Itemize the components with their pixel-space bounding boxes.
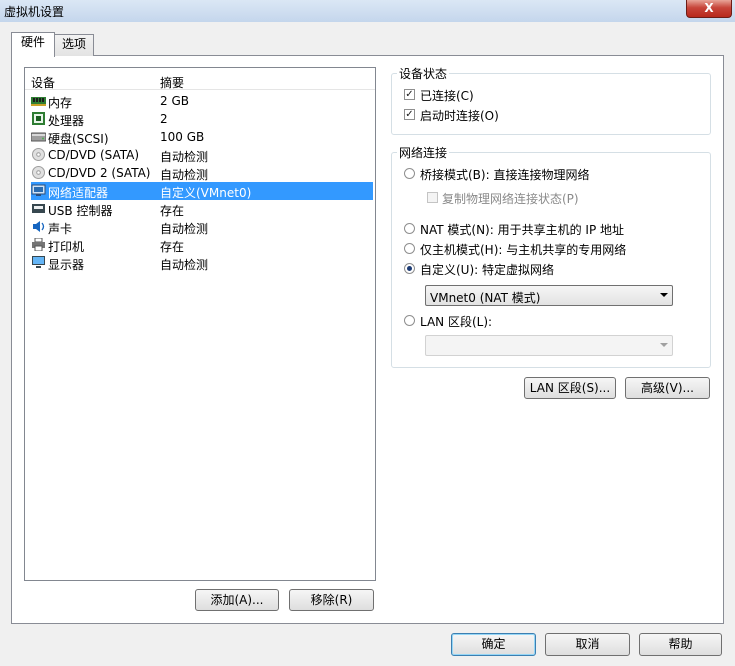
printer-icon — [32, 238, 45, 251]
display-icon — [32, 256, 45, 268]
cd-dvd-icon — [32, 166, 45, 179]
sound-card-icon — [33, 221, 45, 232]
device-summary: 自动检测 — [160, 168, 209, 182]
title-bar[interactable]: 虚拟机设置 — [0, 0, 735, 22]
custom-network-select[interactable]: VMnet0 (NAT 模式) — [425, 285, 673, 306]
device-summary: 自动检测 — [160, 258, 209, 272]
host-only-label[interactable]: 仅主机模式(H): 与主机共享的专用网络 — [420, 241, 626, 258]
device-summary: 2 — [160, 112, 168, 126]
device-name: 处理器 — [48, 114, 85, 128]
replicate-state-label[interactable]: 复制物理网络连接状态(P) — [442, 190, 579, 207]
lan-segments-button[interactable]: LAN 区段(S)... — [524, 377, 616, 399]
device-row-display[interactable]: 显示器 自动检测 — [25, 254, 375, 272]
chevron-down-icon — [660, 343, 668, 347]
device-summary: 存在 — [160, 240, 185, 254]
tab-options[interactable]: 选项 — [54, 34, 94, 56]
connect-at-power-on-label[interactable]: 启动时连接(O) — [420, 107, 499, 124]
custom-radio[interactable] — [404, 263, 415, 274]
connected-checkbox[interactable]: ✓ — [404, 89, 415, 100]
custom-label[interactable]: 自定义(U): 特定虚拟网络 — [420, 261, 554, 278]
add-button[interactable]: 添加(A)... — [195, 589, 279, 611]
device-summary: 自定义(VMnet0) — [160, 186, 252, 200]
window-title: 虚拟机设置 — [4, 5, 65, 19]
bridged-label[interactable]: 桥接模式(B): 直接连接物理网络 — [420, 166, 589, 183]
device-name: 打印机 — [48, 240, 85, 254]
advanced-button[interactable]: 高级(V)... — [625, 377, 710, 399]
device-name: 网络适配器 — [48, 186, 109, 200]
close-button[interactable]: X — [686, 0, 732, 18]
tab-hardware[interactable]: 硬件 — [11, 32, 55, 57]
nat-radio[interactable] — [404, 223, 415, 234]
close-icon: X — [704, 1, 714, 15]
lan-segment-label[interactable]: LAN 区段(L): — [420, 313, 492, 330]
device-list[interactable]: 设备 摘要 内存 2 GB 处理器 2 硬盘(SCSI) 100 GB CD/D… — [24, 67, 376, 581]
vm-settings-window: 虚拟机设置 X 硬件 选项 设备 摘要 内存 2 GB 处理器 2 硬盘(SCS… — [0, 0, 735, 666]
lan-segment-select[interactable] — [425, 335, 673, 356]
network-connection-title: 网络连接 — [397, 144, 450, 161]
usb-icon — [32, 204, 45, 213]
device-row-cd-dvd-2-sata[interactable]: CD/DVD 2 (SATA) 自动检测 — [25, 164, 375, 182]
device-status-group — [391, 73, 711, 135]
device-name: CD/DVD 2 (SATA) — [48, 166, 151, 180]
device-status-title: 设备状态 — [397, 65, 450, 82]
custom-network-value: VMnet0 (NAT 模式) — [430, 291, 541, 305]
device-row-memory[interactable]: 内存 2 GB — [25, 92, 375, 110]
header-divider — [25, 89, 375, 90]
connected-label[interactable]: 已连接(C) — [420, 87, 474, 104]
lan-segment-radio[interactable] — [404, 315, 415, 326]
device-summary: 100 GB — [160, 130, 205, 144]
device-name: 内存 — [48, 96, 73, 110]
device-row-usb-controller[interactable]: USB 控制器 存在 — [25, 200, 375, 218]
device-summary: 自动检测 — [160, 150, 209, 164]
device-summary: 存在 — [160, 204, 185, 218]
device-name: 声卡 — [48, 222, 73, 236]
bridged-radio[interactable] — [404, 168, 415, 179]
device-name: 硬盘(SCSI) — [48, 132, 109, 146]
help-button[interactable]: 帮助 — [639, 633, 722, 656]
hard-disk-icon — [31, 132, 46, 142]
device-row-network-adapter[interactable]: 网络适配器 自定义(VMnet0) — [31, 182, 373, 200]
device-row-sound-card[interactable]: 声卡 自动检测 — [25, 218, 375, 236]
device-name: 显示器 — [48, 258, 85, 272]
memory-icon — [31, 97, 46, 106]
processor-icon — [32, 112, 45, 125]
device-name: USB 控制器 — [48, 204, 113, 218]
device-summary: 2 GB — [160, 94, 189, 108]
cd-dvd-icon — [32, 148, 45, 161]
replicate-state-checkbox[interactable] — [427, 192, 438, 203]
network-adapter-icon — [31, 184, 46, 196]
device-row-processor[interactable]: 处理器 2 — [25, 110, 375, 128]
device-row-cd-dvd-sata[interactable]: CD/DVD (SATA) 自动检测 — [25, 146, 375, 164]
remove-button[interactable]: 移除(R) — [289, 589, 374, 611]
host-only-radio[interactable] — [404, 243, 415, 254]
device-summary: 自动检测 — [160, 222, 209, 236]
device-row-hard-disk[interactable]: 硬盘(SCSI) 100 GB — [25, 128, 375, 146]
connect-at-power-on-checkbox[interactable]: ✓ — [404, 109, 415, 120]
device-name: CD/DVD (SATA) — [48, 148, 140, 162]
device-row-printer[interactable]: 打印机 存在 — [25, 236, 375, 254]
nat-label[interactable]: NAT 模式(N): 用于共享主机的 IP 地址 — [420, 221, 624, 238]
cancel-button[interactable]: 取消 — [545, 633, 630, 656]
chevron-down-icon — [660, 293, 668, 297]
ok-button[interactable]: 确定 — [451, 633, 536, 656]
